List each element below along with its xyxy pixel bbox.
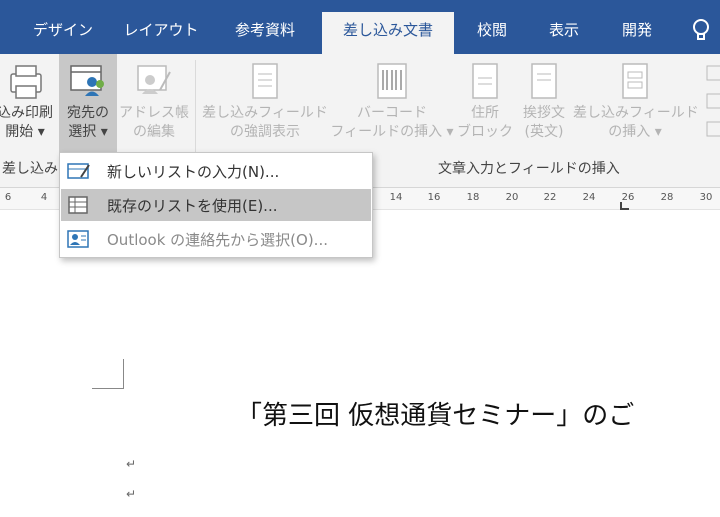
tab-view[interactable]: 表示 [535, 12, 593, 54]
edit-recipient-list-button[interactable]: アドレス帳 の編集 [118, 54, 190, 154]
menu-item-outlook-contacts[interactable]: Outlook の連絡先から選択(O)... [61, 223, 371, 255]
insert-barcode-field-button[interactable]: バーコード フィールドの挿入 ▾ [330, 54, 454, 154]
select-recipients-button[interactable]: 宛先の 選択 ▾ [59, 54, 117, 154]
document-fields-icon [252, 63, 278, 99]
select-recipients-dropdown: 新しいリストの入力(N)... 既存のリストを使用(E)... Outlook … [59, 152, 373, 258]
tab-layout[interactable]: レイアウト [118, 12, 204, 54]
address-book-edit-icon [137, 65, 171, 94]
document-heading: 「第三回 仮想通貨セミナー」のご [236, 401, 635, 431]
ruler-tick: 18 [466, 192, 480, 203]
select-recipients-label-2: 選択 ▾ [68, 124, 108, 140]
ruler-tick: 16 [427, 192, 441, 203]
menu-item-label: 既存のリストを使用(E)... [107, 197, 278, 215]
right-indent-marker-icon[interactable] [620, 202, 630, 210]
greeting-line-label-2: (英文) [524, 124, 564, 140]
ruler-tick: 14 [389, 192, 403, 203]
ruler-tick: 4 [40, 192, 48, 203]
tab-review[interactable]: 校閲 [465, 12, 519, 54]
ruler-tick: 22 [543, 192, 557, 203]
address-block-label-2: ブロック [457, 124, 513, 140]
insert-merge-field-label-1: 差し込みフィールド [573, 105, 699, 121]
barcode-label-1: バーコード [357, 105, 427, 121]
existing-list-icon [68, 196, 88, 214]
select-recipients-label-1: 宛先の [67, 105, 109, 121]
ruler-tick: 24 [582, 192, 596, 203]
new-list-icon [67, 163, 90, 179]
recipients-list-icon [70, 65, 104, 96]
merge-field-icon [622, 63, 648, 99]
start-mail-merge-label-2: 開始 ▾ [5, 124, 45, 140]
lightbulb-icon[interactable] [690, 18, 712, 42]
highlight-fields-label-1: 差し込みフィールド [202, 105, 328, 121]
highlight-fields-label-2: の強調表示 [230, 124, 300, 140]
menu-item-use-existing-list[interactable]: 既存のリストを使用(E)... [61, 189, 371, 221]
ribbon-tab-bar: デザイン レイアウト 参考資料 差し込み文書 校閲 表示 開発 [0, 0, 720, 54]
printer-icon [10, 65, 42, 99]
highlight-merge-fields-button[interactable]: 差し込みフィールド の強調表示 [200, 54, 330, 154]
tab-references[interactable]: 参考資料 [222, 12, 308, 54]
group-label-write-insert-fields: 文章入力とフィールドの挿入 [438, 161, 620, 177]
paragraph-mark: ↵ [126, 487, 137, 501]
address-block-icon [472, 63, 498, 99]
edit-address-book-label-1: アドレス帳 [119, 105, 189, 121]
tab-developer[interactable]: 開発 [608, 12, 666, 54]
address-block-button[interactable]: 住所 ブロック [455, 54, 515, 154]
ruler-tick: 6 [4, 192, 12, 203]
address-block-label-1: 住所 [471, 105, 499, 121]
menu-item-type-new-list[interactable]: 新しいリストの入力(N)... [61, 155, 371, 187]
greeting-line-button[interactable]: 挨拶文 (英文) [515, 54, 573, 154]
menu-item-label: Outlook の連絡先から選択(O)... [107, 231, 328, 249]
margin-corner-mark [92, 359, 124, 389]
insert-merge-field-label-2: の挿入 ▾ [608, 124, 662, 140]
tab-design[interactable]: デザイン [22, 12, 104, 54]
tab-mailings[interactable]: 差し込み文書 [322, 12, 454, 54]
contacts-card-icon [67, 230, 89, 248]
start-mail-merge-button[interactable]: 込み印刷 開始 ▾ [0, 54, 60, 154]
group-label-start-mail-merge: 差し込み [2, 161, 58, 177]
greeting-line-label-1: 挨拶文 [523, 105, 565, 121]
ruler-tick: 20 [505, 192, 519, 203]
paragraph-mark: ↵ [126, 457, 137, 471]
edit-address-book-label-2: の編集 [133, 124, 175, 140]
barcode-label-2: フィールドの挿入 ▾ [330, 124, 454, 140]
greeting-line-icon [531, 63, 557, 99]
start-mail-merge-label-1: 込み印刷 [0, 105, 53, 121]
ruler-tick: 28 [660, 192, 674, 203]
barcode-icon [377, 63, 407, 99]
menu-item-label: 新しいリストの入力(N)... [107, 163, 280, 181]
ruler-tick: 30 [699, 192, 713, 203]
rules-icon[interactable] [703, 62, 720, 142]
insert-merge-field-button[interactable]: 差し込みフィールド の挿入 ▾ [573, 54, 699, 154]
